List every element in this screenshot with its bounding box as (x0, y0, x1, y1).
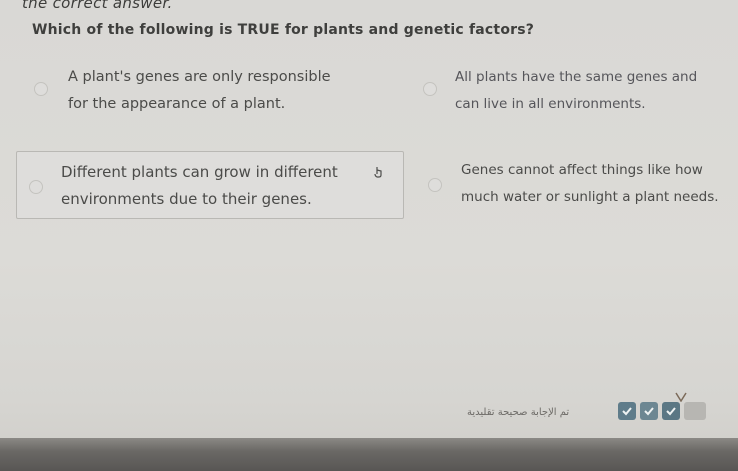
cursor-mark-icon (675, 387, 687, 403)
instruction-text: the correct answer. (22, 0, 173, 12)
answer-choice-text: All plants have the same genes and can l… (455, 69, 698, 112)
answer-choice-d[interactable]: Genes cannot affect things like how much… (418, 150, 736, 220)
pointer-cursor-icon (374, 166, 384, 178)
status-text: تم الإجابة صحيحة تقليدية (467, 407, 570, 418)
answer-choice-text: Genes cannot affect things like how much… (461, 162, 719, 205)
radio-button[interactable] (34, 82, 48, 96)
answer-choice-text: A plant's genes are only responsible for… (68, 69, 331, 112)
radio-button[interactable] (29, 180, 43, 194)
radio-button[interactable] (423, 82, 437, 96)
radio-button[interactable] (428, 178, 442, 192)
check-icon[interactable] (662, 402, 680, 420)
question-text: Which of the following is TRUE for plant… (32, 22, 535, 38)
footer-band (0, 438, 738, 471)
blank-icon[interactable] (684, 402, 706, 420)
check-icon[interactable] (640, 402, 658, 420)
answer-choice-a[interactable]: A plant's genes are only responsible for… (20, 62, 390, 128)
answer-choice-c[interactable]: Different plants can grow in different e… (16, 151, 404, 219)
answer-choice-b[interactable]: All plants have the same genes and can l… (415, 62, 735, 128)
answer-choice-text: Different plants can grow in different e… (61, 163, 338, 208)
instruction-header: the correct answer. (0, 0, 738, 12)
check-icon[interactable] (618, 402, 636, 420)
